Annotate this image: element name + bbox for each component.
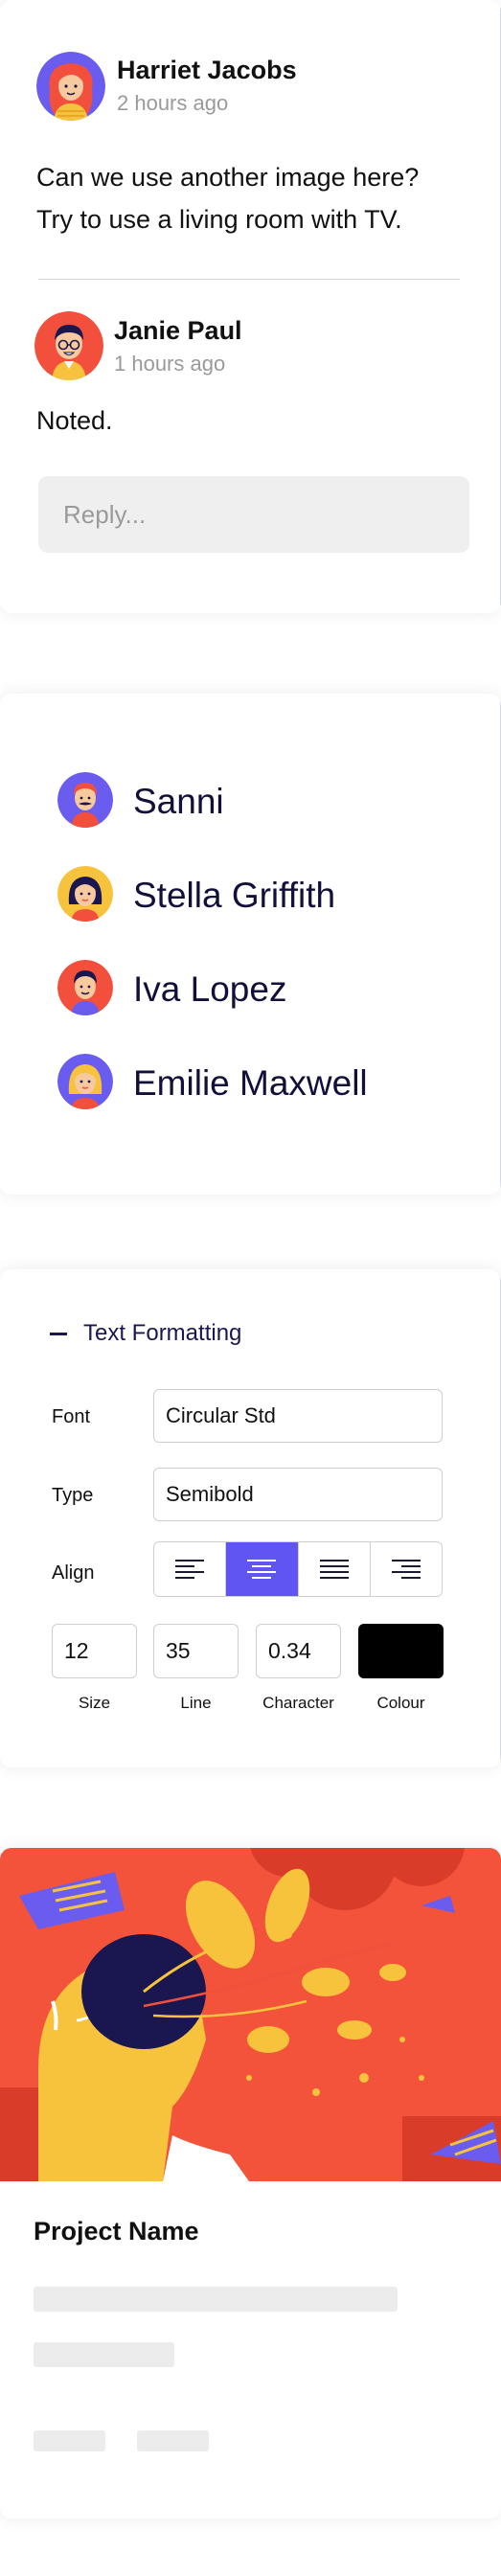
comment-divider <box>38 279 460 280</box>
line-height-input[interactable]: 35 <box>153 1624 239 1678</box>
project-hero-illustration <box>0 1848 501 2181</box>
skeleton-line <box>34 2287 398 2312</box>
person-name[interactable]: Emilie Maxwell <box>133 1062 368 1105</box>
people-card: Sanni Stella Griffith Iva Lopez Emilie M… <box>0 694 501 1195</box>
colour-swatch[interactable] <box>358 1624 444 1678</box>
section-title: Text Formatting <box>83 1320 242 1346</box>
person-name[interactable]: Stella Griffith <box>133 875 335 917</box>
comment-line: Try to use a living room with TV. <box>36 205 402 234</box>
person-name[interactable]: Sanni <box>133 781 224 823</box>
comments-card: Harriet Jacobs 2 hours ago Can we use an… <box>0 0 501 613</box>
character-label: Character <box>262 1694 334 1712</box>
man-mustache-avatar-icon <box>57 772 113 828</box>
font-select[interactable]: Circular Std <box>153 1389 443 1443</box>
align-left-button[interactable] <box>154 1542 227 1596</box>
align-right-icon <box>391 1560 421 1579</box>
comment-line: Noted. <box>36 406 113 435</box>
skeleton-line <box>34 2342 174 2367</box>
text-formatting-card: Text Formatting Font Circular Std Type S… <box>0 1269 501 1767</box>
align-justify-button[interactable] <box>298 1542 371 1596</box>
font-label: Font <box>52 1406 91 1427</box>
size-label: Size <box>78 1694 111 1712</box>
page: Harriet Jacobs 2 hours ago Can we use an… <box>0 0 501 2576</box>
comment-body: Noted. <box>36 399 113 442</box>
character-spacing-input[interactable]: 0.34 <box>256 1624 341 1678</box>
harriet-avatar[interactable] <box>36 52 105 121</box>
comment-author: Harriet Jacobs <box>117 56 297 84</box>
reply-input[interactable]: Reply... <box>38 476 469 553</box>
project-card[interactable]: Project Name <box>0 1848 501 2519</box>
janie-avatar[interactable] <box>34 311 103 380</box>
man-avatar-icon <box>57 960 113 1015</box>
colour-label: Colour <box>376 1694 425 1712</box>
align-right-button[interactable] <box>370 1542 442 1596</box>
comment-author: Janie Paul <box>114 316 242 345</box>
skeleton-tag <box>137 2430 209 2451</box>
line-label: Line <box>180 1694 212 1712</box>
comment-line: Can we use another image here? <box>36 163 420 192</box>
collapse-minus-icon[interactable] <box>50 1332 67 1335</box>
project-name: Project Name <box>34 2217 199 2245</box>
align-label: Align <box>52 1562 95 1584</box>
skeleton-tag <box>34 2430 105 2451</box>
type-label: Type <box>52 1485 94 1506</box>
comment-time: 1 hours ago <box>114 352 226 376</box>
blonde-woman-avatar-icon <box>57 1054 113 1109</box>
person-name[interactable]: Iva Lopez <box>133 969 286 1011</box>
size-input[interactable]: 12 <box>52 1624 137 1678</box>
woman-avatar-icon <box>57 866 113 922</box>
comment-body: Can we use another image here? Try to us… <box>36 156 419 240</box>
text-formatting-header[interactable]: Text Formatting <box>50 1320 241 1347</box>
align-justify-icon <box>319 1560 349 1579</box>
align-center-icon <box>247 1560 277 1579</box>
align-left-icon <box>175 1560 205 1579</box>
comment-time: 2 hours ago <box>117 91 229 115</box>
align-segmented-control <box>153 1541 443 1597</box>
type-select[interactable]: Semibold <box>153 1468 443 1521</box>
align-center-button[interactable] <box>226 1542 299 1596</box>
